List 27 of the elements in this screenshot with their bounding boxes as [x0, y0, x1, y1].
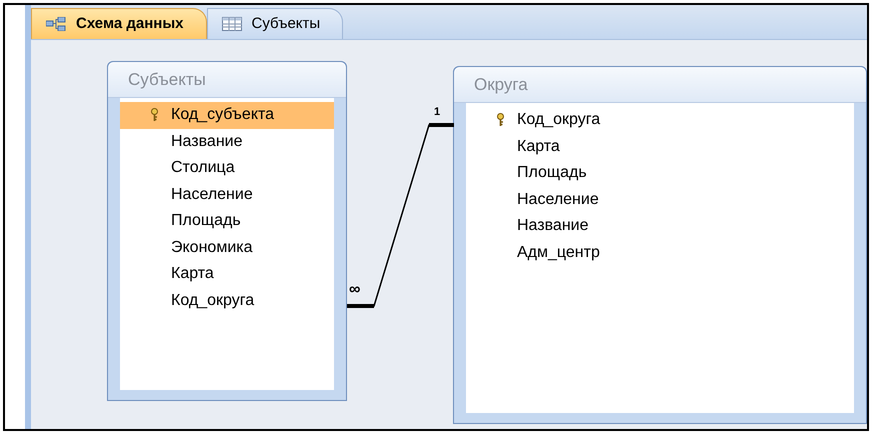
field-row[interactable]: Карта — [120, 261, 334, 288]
field-row[interactable]: Код_субъекта — [120, 102, 334, 128]
table-title: Субъекты — [128, 68, 206, 91]
field-row[interactable]: Код_округа — [120, 288, 334, 314]
document-tab[interactable]: Схема данных — [31, 8, 206, 39]
key-icon — [150, 108, 159, 122]
field-row[interactable]: Население — [466, 186, 854, 213]
field-row[interactable]: Столица — [120, 155, 334, 182]
diagram-icon — [46, 17, 66, 31]
field-row[interactable]: Код_округа — [466, 107, 854, 134]
key-icon — [496, 113, 505, 128]
table-title: Округа — [474, 74, 528, 96]
field-row[interactable]: Название — [120, 128, 334, 155]
table-window[interactable]: Субъекты Код_субъекта Название Столица Население Площадь Экономика Карта Код_округа — [107, 61, 347, 401]
field-row[interactable]: Площадь — [466, 160, 854, 186]
field-row[interactable]: Площадь — [120, 208, 334, 234]
field-row[interactable]: Карта — [466, 134, 854, 160]
field-row[interactable]: Адм_центр — [466, 240, 854, 266]
document-tab[interactable]: Субъекты — [206, 8, 344, 39]
table-icon — [222, 17, 242, 31]
relationship-line[interactable] — [347, 120, 454, 309]
field-row[interactable]: Название — [466, 213, 854, 240]
field-row[interactable]: Население — [120, 182, 334, 208]
field-row[interactable]: Экономика — [120, 234, 334, 261]
one-label: 1 — [434, 107, 440, 118]
table-window[interactable]: Округа Код_округа Карта Площадь Население Название Адм_центр — [453, 66, 867, 424]
many-label: ∞ — [349, 282, 360, 298]
